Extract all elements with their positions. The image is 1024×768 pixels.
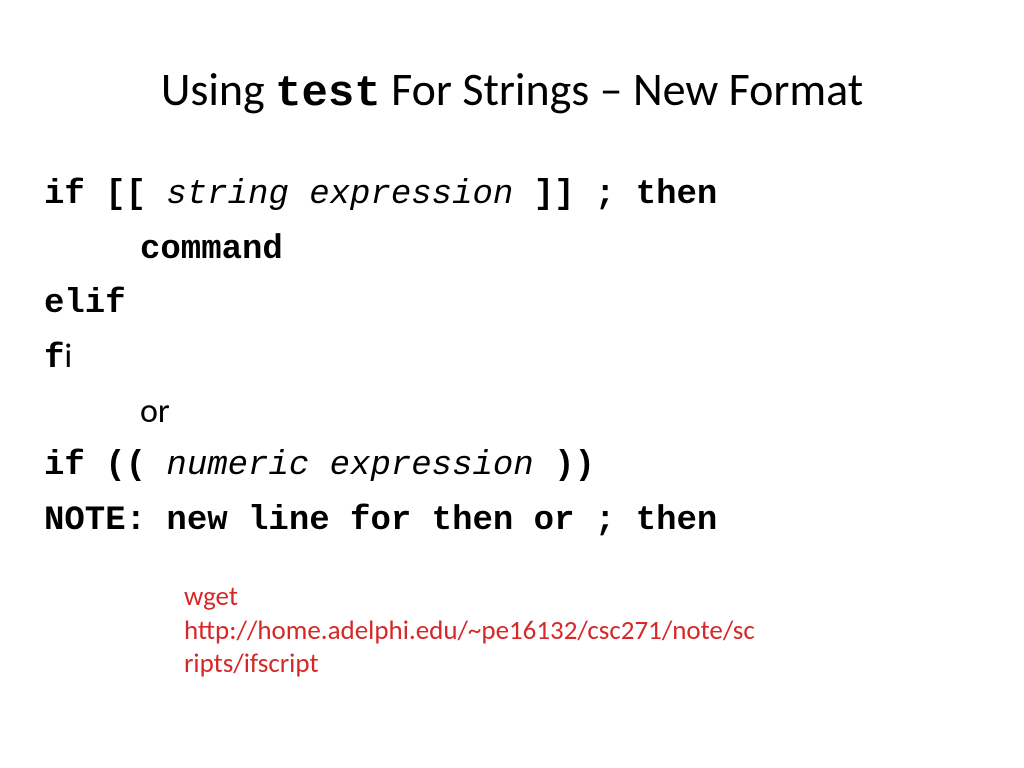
code-line-4: fi: [44, 331, 980, 386]
code-line-1: if [[ string expression ]] ; then: [44, 167, 980, 222]
code-line-5: or: [44, 386, 980, 439]
code-line-3: elif: [44, 276, 980, 331]
wget-link-block: wget http://home.adelphi.edu/~pe16132/cs…: [44, 580, 864, 681]
fi-f: f: [44, 340, 64, 378]
wget-line-2: http://home.adelphi.edu/~pe16132/csc271/…: [184, 614, 864, 648]
code-line-7: NOTE: new line for then or ; then: [44, 493, 980, 548]
elif-keyword: elif: [44, 285, 126, 323]
if-numeric: if ((: [44, 447, 166, 485]
title-code: test: [275, 69, 381, 119]
slide-title: Using test For Strings – New Format: [0, 0, 1024, 167]
title-suffix: For Strings – New Format: [381, 62, 863, 118]
string-expression: string expression: [166, 176, 513, 214]
if-numeric-tail: )): [534, 447, 595, 485]
fi-i: i: [64, 336, 72, 377]
numeric-expression: numeric expression: [166, 447, 533, 485]
code-line-2: command: [44, 222, 980, 277]
wget-line-3: ripts/ifscript: [184, 647, 864, 681]
if-keyword: if [[: [44, 176, 166, 214]
wget-line-1: wget: [184, 580, 864, 614]
note-text: NOTE: new line for then or ; then: [44, 502, 717, 540]
slide-body: if [[ string expression ]] ; then comman…: [0, 167, 1024, 681]
command-text: command: [140, 231, 283, 269]
slide: Using test For Strings – New Format if […: [0, 0, 1024, 768]
or-text: or: [140, 391, 170, 432]
code-line-6: if (( numeric expression )): [44, 438, 980, 493]
title-prefix: Using: [161, 62, 275, 118]
if-tail: ]] ; then: [513, 176, 717, 214]
